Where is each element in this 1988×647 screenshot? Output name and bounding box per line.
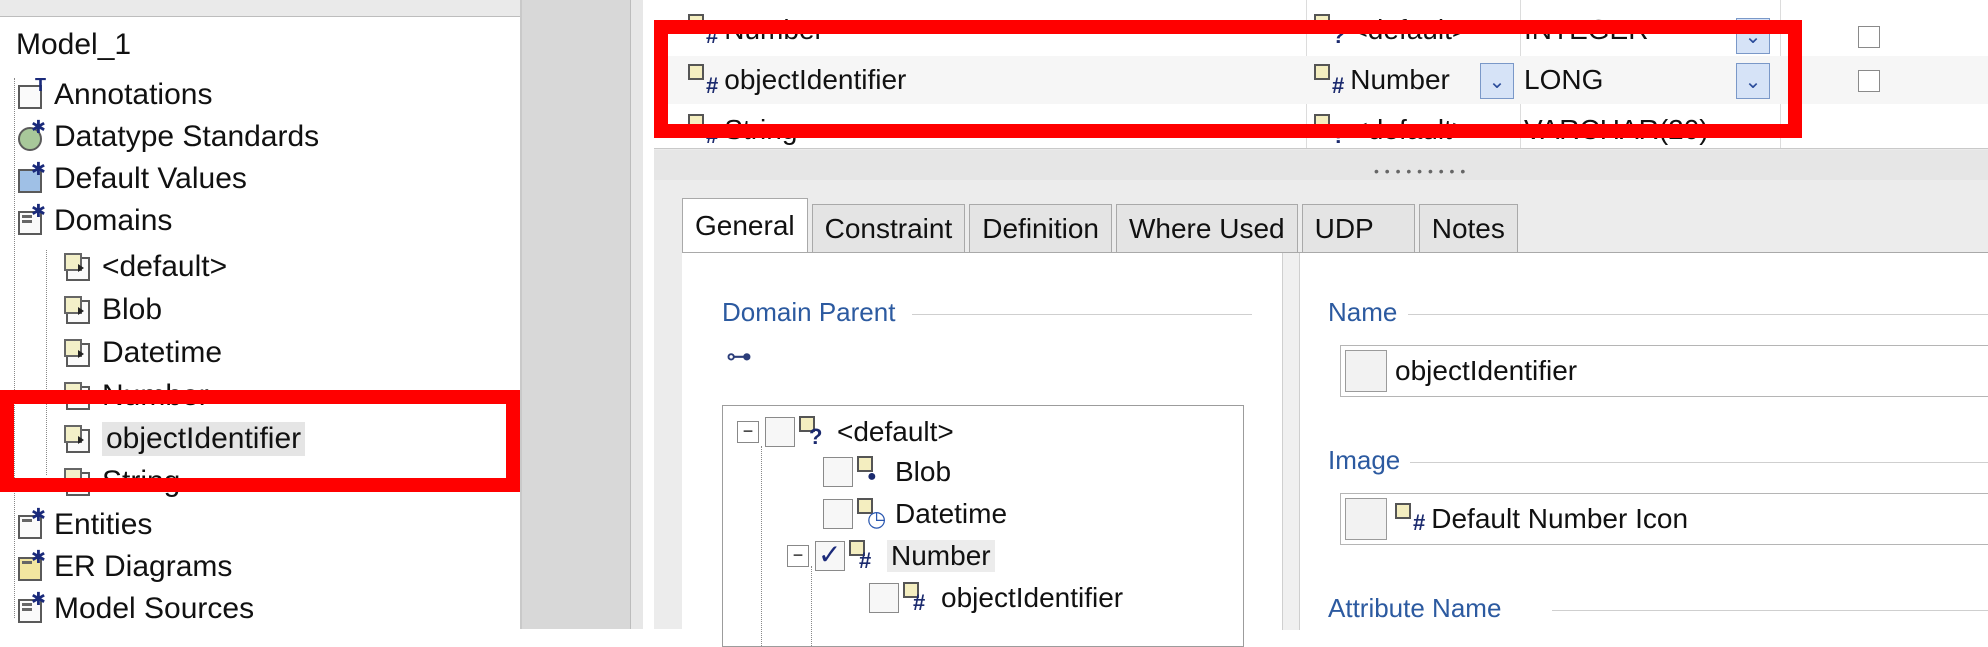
tree-connector: [46, 250, 47, 475]
group-divider: [912, 314, 1252, 315]
tree-item-annotations[interactable]: T Annotations: [16, 74, 212, 116]
name-field[interactable]: objectIdentifier: [1340, 345, 1988, 397]
number-image-icon: [1395, 503, 1411, 519]
grid-row-checkbox[interactable]: [1858, 26, 1880, 48]
tree-connector: [761, 446, 762, 646]
tab-udp[interactable]: UDP: [1301, 204, 1415, 253]
tree-item-domain-blob[interactable]: Blob: [64, 289, 162, 331]
tab-constraint[interactable]: Constraint: [811, 204, 966, 253]
tab-where-used[interactable]: Where Used: [1115, 204, 1298, 253]
tree-connector: [14, 78, 15, 618]
default-values-icon: ✱: [16, 159, 46, 193]
group-divider: [1408, 314, 1988, 315]
name-label: Name: [1328, 297, 1398, 327]
grid-cell-datatype: INTEGER: [1524, 14, 1649, 45]
default-domain-icon: ?: [799, 416, 829, 449]
domains-icon: ✱: [16, 201, 46, 235]
group-divider: [1410, 462, 1988, 463]
domain-icon: [64, 425, 92, 453]
model-explorer-panel: Model_1 T Annotations ✱ Datatype Standar…: [0, 0, 522, 629]
explorer-toolbar-strip: [0, 0, 520, 17]
grid-row[interactable]: # Number ? <default> INTEGER ⌄: [654, 6, 1988, 54]
domain-parent-label: Domain Parent: [722, 297, 896, 327]
domain-parent-tree: − ? <default> ● Blob ◷ Datetime − # Numb…: [722, 405, 1244, 647]
image-picker-icon[interactable]: [1345, 498, 1387, 540]
tree-item-default-values[interactable]: ✱ Default Values: [16, 158, 247, 200]
model-sources-icon: ✱: [16, 589, 46, 623]
tab-definition[interactable]: Definition: [969, 204, 1112, 253]
tree-item-er-diagrams[interactable]: ✱ ER Diagrams: [16, 546, 232, 588]
grid-cell-parent: ? <default>: [1314, 6, 1468, 54]
domain-icon: [64, 468, 92, 496]
domain-icon: [64, 382, 92, 410]
domain-checkbox[interactable]: [765, 417, 795, 447]
tree-item-entities[interactable]: ✱ Entities: [16, 504, 152, 546]
domain-icon: [64, 296, 92, 324]
collapse-icon[interactable]: −: [737, 421, 759, 443]
tree-item-domain-objectidentifier[interactable]: objectIdentifier: [64, 418, 306, 460]
grid-cell-datatype: LONG: [1524, 64, 1604, 95]
datetime-domain-icon: ◷: [857, 498, 887, 531]
domain-icon: [64, 339, 92, 367]
tree-item-domains[interactable]: ✱ Domains: [16, 200, 172, 242]
horizontal-splitter[interactable]: [654, 150, 1988, 180]
domain-checkbox[interactable]: [823, 457, 853, 487]
domain-parent-item-datetime[interactable]: ◷ Datetime: [823, 494, 1007, 534]
number-domain-icon: #: [849, 540, 879, 573]
tree-item-domain-default[interactable]: <default>: [64, 246, 227, 288]
tab-notes[interactable]: Notes: [1418, 204, 1518, 253]
datatype-dropdown-button[interactable]: ⌄: [1736, 18, 1770, 54]
tree-item-model-sources[interactable]: ✱ Model Sources: [16, 588, 254, 629]
grid-cell-parent: # Number: [1314, 56, 1450, 104]
group-divider: [1552, 610, 1988, 611]
annotations-icon: T: [16, 75, 46, 109]
grid-cell-datatype: VARCHAR(20): [1524, 114, 1709, 145]
blob-domain-icon: ●: [857, 456, 887, 488]
domain-parent-item-number[interactable]: − # Number: [787, 536, 995, 576]
datatype-standards-icon: ✱: [16, 117, 46, 151]
tab-bar: General Constraint Definition Where Used…: [682, 198, 1522, 253]
tree-item-domain-datetime[interactable]: Datetime: [64, 332, 222, 374]
domain-icon: [64, 253, 92, 281]
domain-checkbox[interactable]: [869, 583, 899, 613]
number-domain-icon: #: [903, 582, 933, 615]
hierarchy-icon[interactable]: ⊶: [726, 341, 752, 372]
grid-cell-parent: ? <default>: [1314, 106, 1468, 154]
image-label: Image: [1328, 445, 1401, 475]
attribute-name-label: Attribute Name: [1328, 593, 1502, 623]
entities-icon: ✱: [16, 505, 46, 539]
property-splitter[interactable]: [1282, 253, 1300, 630]
grid-row-objectidentifier[interactable]: # objectIdentifier # Number ⌄ LONG ⌄: [654, 56, 1988, 104]
domain-editor-panel: # Number ? <default> INTEGER ⌄ # objectIden…: [654, 0, 1988, 647]
tree-connector: [811, 566, 812, 646]
domain-parent-item-objectidentifier[interactable]: # objectIdentifier: [869, 578, 1123, 618]
domain-parent-item-blob[interactable]: ● Blob: [823, 452, 951, 492]
splitter-grip-icon[interactable]: • • • • • • • • •: [1374, 163, 1466, 179]
grid-cell-name: # String: [688, 106, 797, 154]
tree-root-model[interactable]: Model_1: [16, 28, 131, 62]
image-field[interactable]: # Default Number Icon: [1340, 493, 1988, 545]
datatype-dropdown-button[interactable]: ⌄: [1736, 63, 1770, 99]
domain-grid: # Number ? <default> INTEGER ⌄ # objectIden…: [654, 0, 1988, 149]
collapse-icon[interactable]: −: [787, 545, 809, 567]
tree-item-domain-number[interactable]: Number: [64, 375, 209, 417]
tree-item-domain-string[interactable]: String: [64, 461, 180, 503]
parent-dropdown-button[interactable]: ⌄: [1480, 63, 1514, 99]
panel-splitter[interactable]: [522, 0, 643, 629]
grid-row[interactable]: # String ? <default> VARCHAR(20): [654, 106, 1988, 154]
domain-checkbox-checked[interactable]: [815, 538, 845, 571]
er-diagrams-icon: ✱: [16, 547, 46, 581]
grid-cell-name: # objectIdentifier: [688, 56, 906, 104]
domain-checkbox[interactable]: [823, 499, 853, 529]
domain-parent-item-default[interactable]: − ? <default>: [737, 412, 954, 452]
rename-icon[interactable]: [1345, 350, 1387, 392]
tab-general[interactable]: General: [682, 198, 808, 253]
general-tab-content: Domain Parent ⊶ − ? <default> ● Blob ◷ D…: [682, 252, 1988, 647]
grid-cell-name: # Number: [688, 6, 824, 54]
tree-item-datatype-standards[interactable]: ✱ Datatype Standards: [16, 116, 319, 158]
grid-row-checkbox[interactable]: [1858, 70, 1880, 92]
